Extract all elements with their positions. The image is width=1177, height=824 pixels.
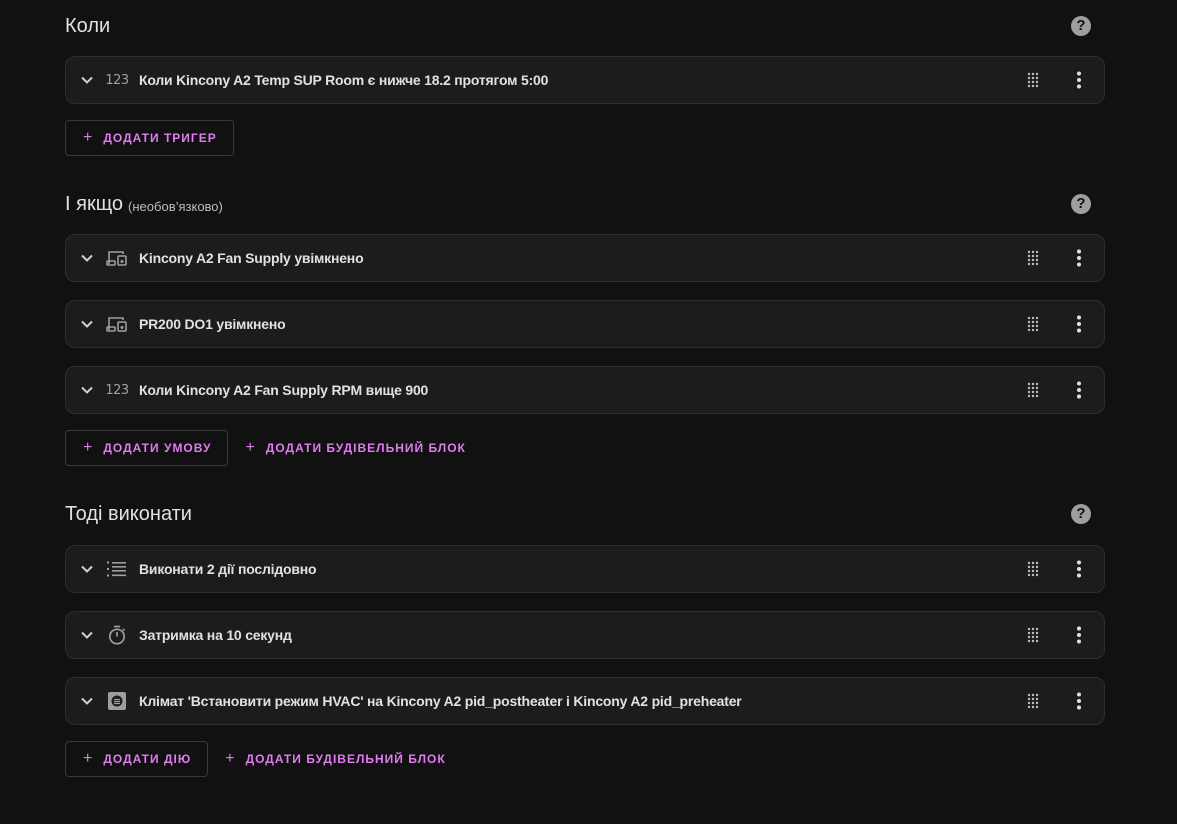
plus-icon: + (245, 439, 256, 456)
plus-icon: + (83, 750, 94, 767)
condition-label: Коли Kincony A2 Fan Supply RPM вище 900 (139, 382, 429, 398)
automation-editor: Коли ? 123 Коли Kincony A2 Temp SUP Room… (0, 0, 1177, 824)
sequence-icon (106, 558, 128, 580)
button-label: ДОДАТИ ТРИГЕР (103, 131, 217, 145)
more-vert-icon[interactable] (1070, 380, 1088, 400)
action-label: Затримка на 10 секунд (139, 627, 292, 643)
button-label: ДОДАТИ БУДІВЕЛЬНИЙ БЛОК (265, 441, 466, 455)
chevron-down-icon[interactable] (79, 382, 95, 398)
more-vert-icon[interactable] (1070, 70, 1088, 90)
chevron-down-icon[interactable] (79, 316, 95, 332)
plus-icon: + (83, 129, 94, 146)
more-vert-icon[interactable] (1070, 625, 1088, 645)
numeric-icon: 123 (105, 382, 129, 398)
timer-icon (106, 624, 128, 646)
condition-label: PR200 DO1 увімкнено (139, 316, 286, 332)
action-label: Клімат 'Встановити режим HVAC' на Kincon… (139, 693, 742, 709)
add-building-block-button[interactable]: + ДОДАТИ БУДІВЕЛЬНИЙ БЛОК (208, 741, 445, 777)
triggers-header: Коли ? (65, 6, 1105, 46)
add-trigger-button[interactable]: + ДОДАТИ ТРИГЕР (65, 120, 234, 156)
chevron-down-icon[interactable] (79, 693, 95, 709)
drag-handle-icon[interactable] (1026, 627, 1040, 643)
action-row[interactable]: Затримка на 10 секунд (65, 611, 1105, 659)
actions-section: Тоді виконати ? Виконати 2 дії послідовн… (65, 494, 1105, 777)
help-icon[interactable]: ? (1071, 194, 1091, 214)
climate-icon (106, 690, 128, 712)
action-row[interactable]: Виконати 2 дії послідовно (65, 545, 1105, 593)
condition-label: Kincony A2 Fan Supply увімкнено (139, 250, 364, 266)
more-vert-icon[interactable] (1070, 314, 1088, 334)
help-icon[interactable]: ? (1071, 16, 1091, 36)
condition-row[interactable]: Kincony A2 Fan Supply увімкнено (65, 234, 1105, 282)
trigger-label: Коли Kincony A2 Temp SUP Room є нижче 18… (139, 72, 549, 88)
drag-handle-icon[interactable] (1026, 316, 1040, 332)
section-title: Тоді виконати (65, 502, 192, 525)
help-icon[interactable]: ? (1071, 504, 1091, 524)
button-label: ДОДАТИ УМОВУ (103, 441, 212, 455)
drag-handle-icon[interactable] (1026, 250, 1040, 266)
device-icon (106, 247, 128, 269)
action-label: Виконати 2 дії послідовно (139, 561, 317, 577)
section-title: Коли (65, 14, 111, 37)
add-condition-button[interactable]: + ДОДАТИ УМОВУ (65, 430, 229, 466)
numeric-icon: 123 (105, 72, 129, 88)
drag-handle-icon[interactable] (1026, 693, 1040, 709)
trigger-buttons: + ДОДАТИ ТРИГЕР (65, 120, 1105, 156)
more-vert-icon[interactable] (1070, 691, 1088, 711)
plus-icon: + (83, 439, 94, 456)
device-icon (106, 313, 128, 335)
trigger-row[interactable]: 123 Коли Kincony A2 Temp SUP Room є нижч… (65, 56, 1105, 104)
plus-icon: + (225, 750, 236, 767)
drag-handle-icon[interactable] (1026, 72, 1040, 88)
button-label: ДОДАТИ БУДІВЕЛЬНИЙ БЛОК (245, 752, 446, 766)
add-action-button[interactable]: + ДОДАТИ ДІЮ (65, 741, 209, 777)
triggers-section: Коли ? 123 Коли Kincony A2 Temp SUP Room… (65, 6, 1105, 156)
add-building-block-button[interactable]: + ДОДАТИ БУДІВЕЛЬНИЙ БЛОК (228, 430, 465, 466)
button-label: ДОДАТИ ДІЮ (103, 752, 192, 766)
section-title: І якщо (65, 192, 124, 215)
chevron-down-icon[interactable] (79, 561, 95, 577)
condition-row[interactable]: PR200 DO1 увімкнено (65, 300, 1105, 348)
action-row[interactable]: Клімат 'Встановити режим HVAC' на Kincon… (65, 677, 1105, 725)
action-buttons: + ДОДАТИ ДІЮ + ДОДАТИ БУДІВЕЛЬНИЙ БЛОК (65, 741, 1105, 777)
condition-row[interactable]: 123 Коли Kincony A2 Fan Supply RPM вище … (65, 366, 1105, 414)
chevron-down-icon[interactable] (79, 250, 95, 266)
actions-header: Тоді виконати ? (65, 494, 1105, 534)
conditions-header: І якщо (необов’язково) ? (65, 184, 1105, 224)
chevron-down-icon[interactable] (79, 627, 95, 643)
more-vert-icon[interactable] (1070, 248, 1088, 268)
drag-handle-icon[interactable] (1026, 382, 1040, 398)
chevron-down-icon[interactable] (79, 72, 95, 88)
section-note: (необов’язково) (128, 198, 223, 214)
condition-buttons: + ДОДАТИ УМОВУ + ДОДАТИ БУДІВЕЛЬНИЙ БЛОК (65, 430, 1105, 466)
more-vert-icon[interactable] (1070, 559, 1088, 579)
conditions-section: І якщо (необов’язково) ? Kincony A2 Fan … (65, 184, 1105, 466)
drag-handle-icon[interactable] (1026, 561, 1040, 577)
